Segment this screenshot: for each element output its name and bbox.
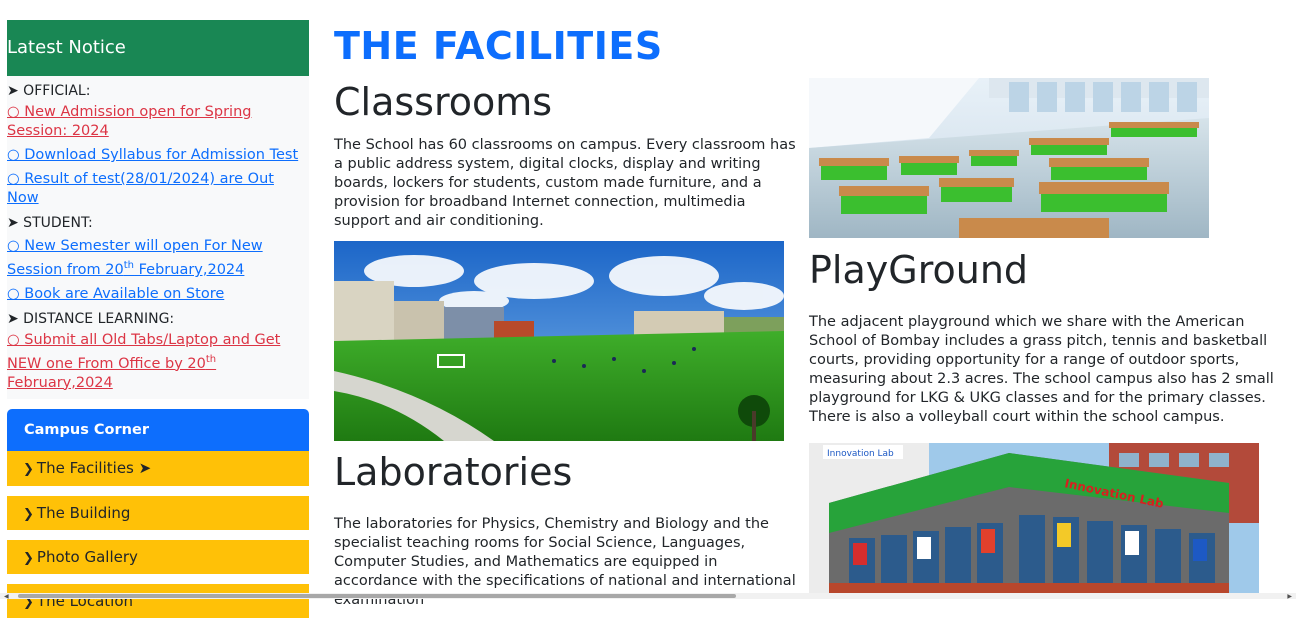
classrooms-heading: Classrooms [334, 80, 553, 124]
notice-link-books[interactable]: ○ Book are Available on Store [7, 285, 309, 304]
playground-heading: PlayGround [809, 248, 1029, 292]
corner-item-building[interactable]: ❯ The Building [7, 495, 309, 530]
latest-notice-header: Latest Notice [7, 20, 309, 76]
laboratories-heading: Laboratories [334, 450, 573, 494]
lab-sign-small: Innovation Lab [827, 449, 894, 459]
student-label: ➤ STUDENT: [7, 215, 93, 231]
new-semester-sup: th [123, 260, 135, 271]
playground-illustration [334, 241, 784, 441]
main-content: THE FACILITIES Classrooms The School has… [334, 0, 1274, 608]
campus-corner-title: Campus Corner [24, 421, 149, 438]
playground-text: The adjacent playground which we share w… [809, 314, 1274, 425]
sidebar: Latest Notice ➤ OFFICIAL: ○ New Admissio… [7, 20, 309, 618]
corner-item-facilities[interactable]: ❯ The Facilities ➤ [7, 450, 309, 486]
corner-item-label: The Building [36, 503, 131, 522]
chevron-right-icon: ❯ [23, 461, 34, 477]
campus-corner-header: Campus Corner [7, 408, 309, 451]
notice-link-syllabus[interactable]: ○ Download Syllabus for Admission Test [7, 146, 309, 165]
new-semester-date: February,2024 [134, 261, 245, 278]
laptop-text: ○ Submit all Old Tabs/Laptop and Get NEW… [7, 331, 281, 372]
notice-link-new-semester[interactable]: ○ New Semester will open For New Session… [7, 237, 309, 280]
laboratory-illustration: Innovation Lab Innovation Lab [809, 443, 1259, 599]
laboratory-image: Innovation Lab Innovation Lab [809, 443, 1259, 599]
latest-notice-title: Latest Notice [7, 37, 126, 58]
corner-item-label: The Facilities ➤ [36, 458, 152, 477]
notice-link-laptop[interactable]: ○ Submit all Old Tabs/Laptop and Get NEW… [7, 331, 309, 393]
corner-item-location[interactable]: ❯ The Location [7, 583, 309, 618]
laptop-date: February,2024 [7, 374, 113, 391]
official-label: ➤ OFFICIAL: [7, 83, 91, 99]
corner-item-gallery[interactable]: ❯ Photo Gallery [7, 539, 309, 574]
notice-list: ➤ OFFICIAL: ○ New Admission open for Spr… [7, 76, 309, 399]
playground-image [334, 241, 784, 441]
notice-link-admission[interactable]: ○ New Admission open for Spring Session:… [7, 103, 309, 141]
distance-label: ➤ DISTANCE LEARNING: [7, 310, 175, 327]
corner-item-label: Photo Gallery [36, 547, 138, 566]
classrooms-text: The School has 60 classrooms on campus. … [334, 137, 796, 229]
scrollbar-thumb[interactable] [18, 594, 736, 598]
classroom-image [809, 78, 1209, 238]
notice-link-result[interactable]: ○ Result of test(28/01/2024) are Out Now [7, 170, 309, 208]
horizontal-scrollbar[interactable]: ◀ ▶ [0, 593, 1296, 600]
laptop-sup: th [205, 353, 217, 365]
classroom-illustration [809, 78, 1209, 238]
chevron-right-icon: ❯ [23, 506, 34, 522]
chevron-right-icon: ❯ [23, 550, 34, 566]
page-title: THE FACILITIES [334, 24, 663, 68]
